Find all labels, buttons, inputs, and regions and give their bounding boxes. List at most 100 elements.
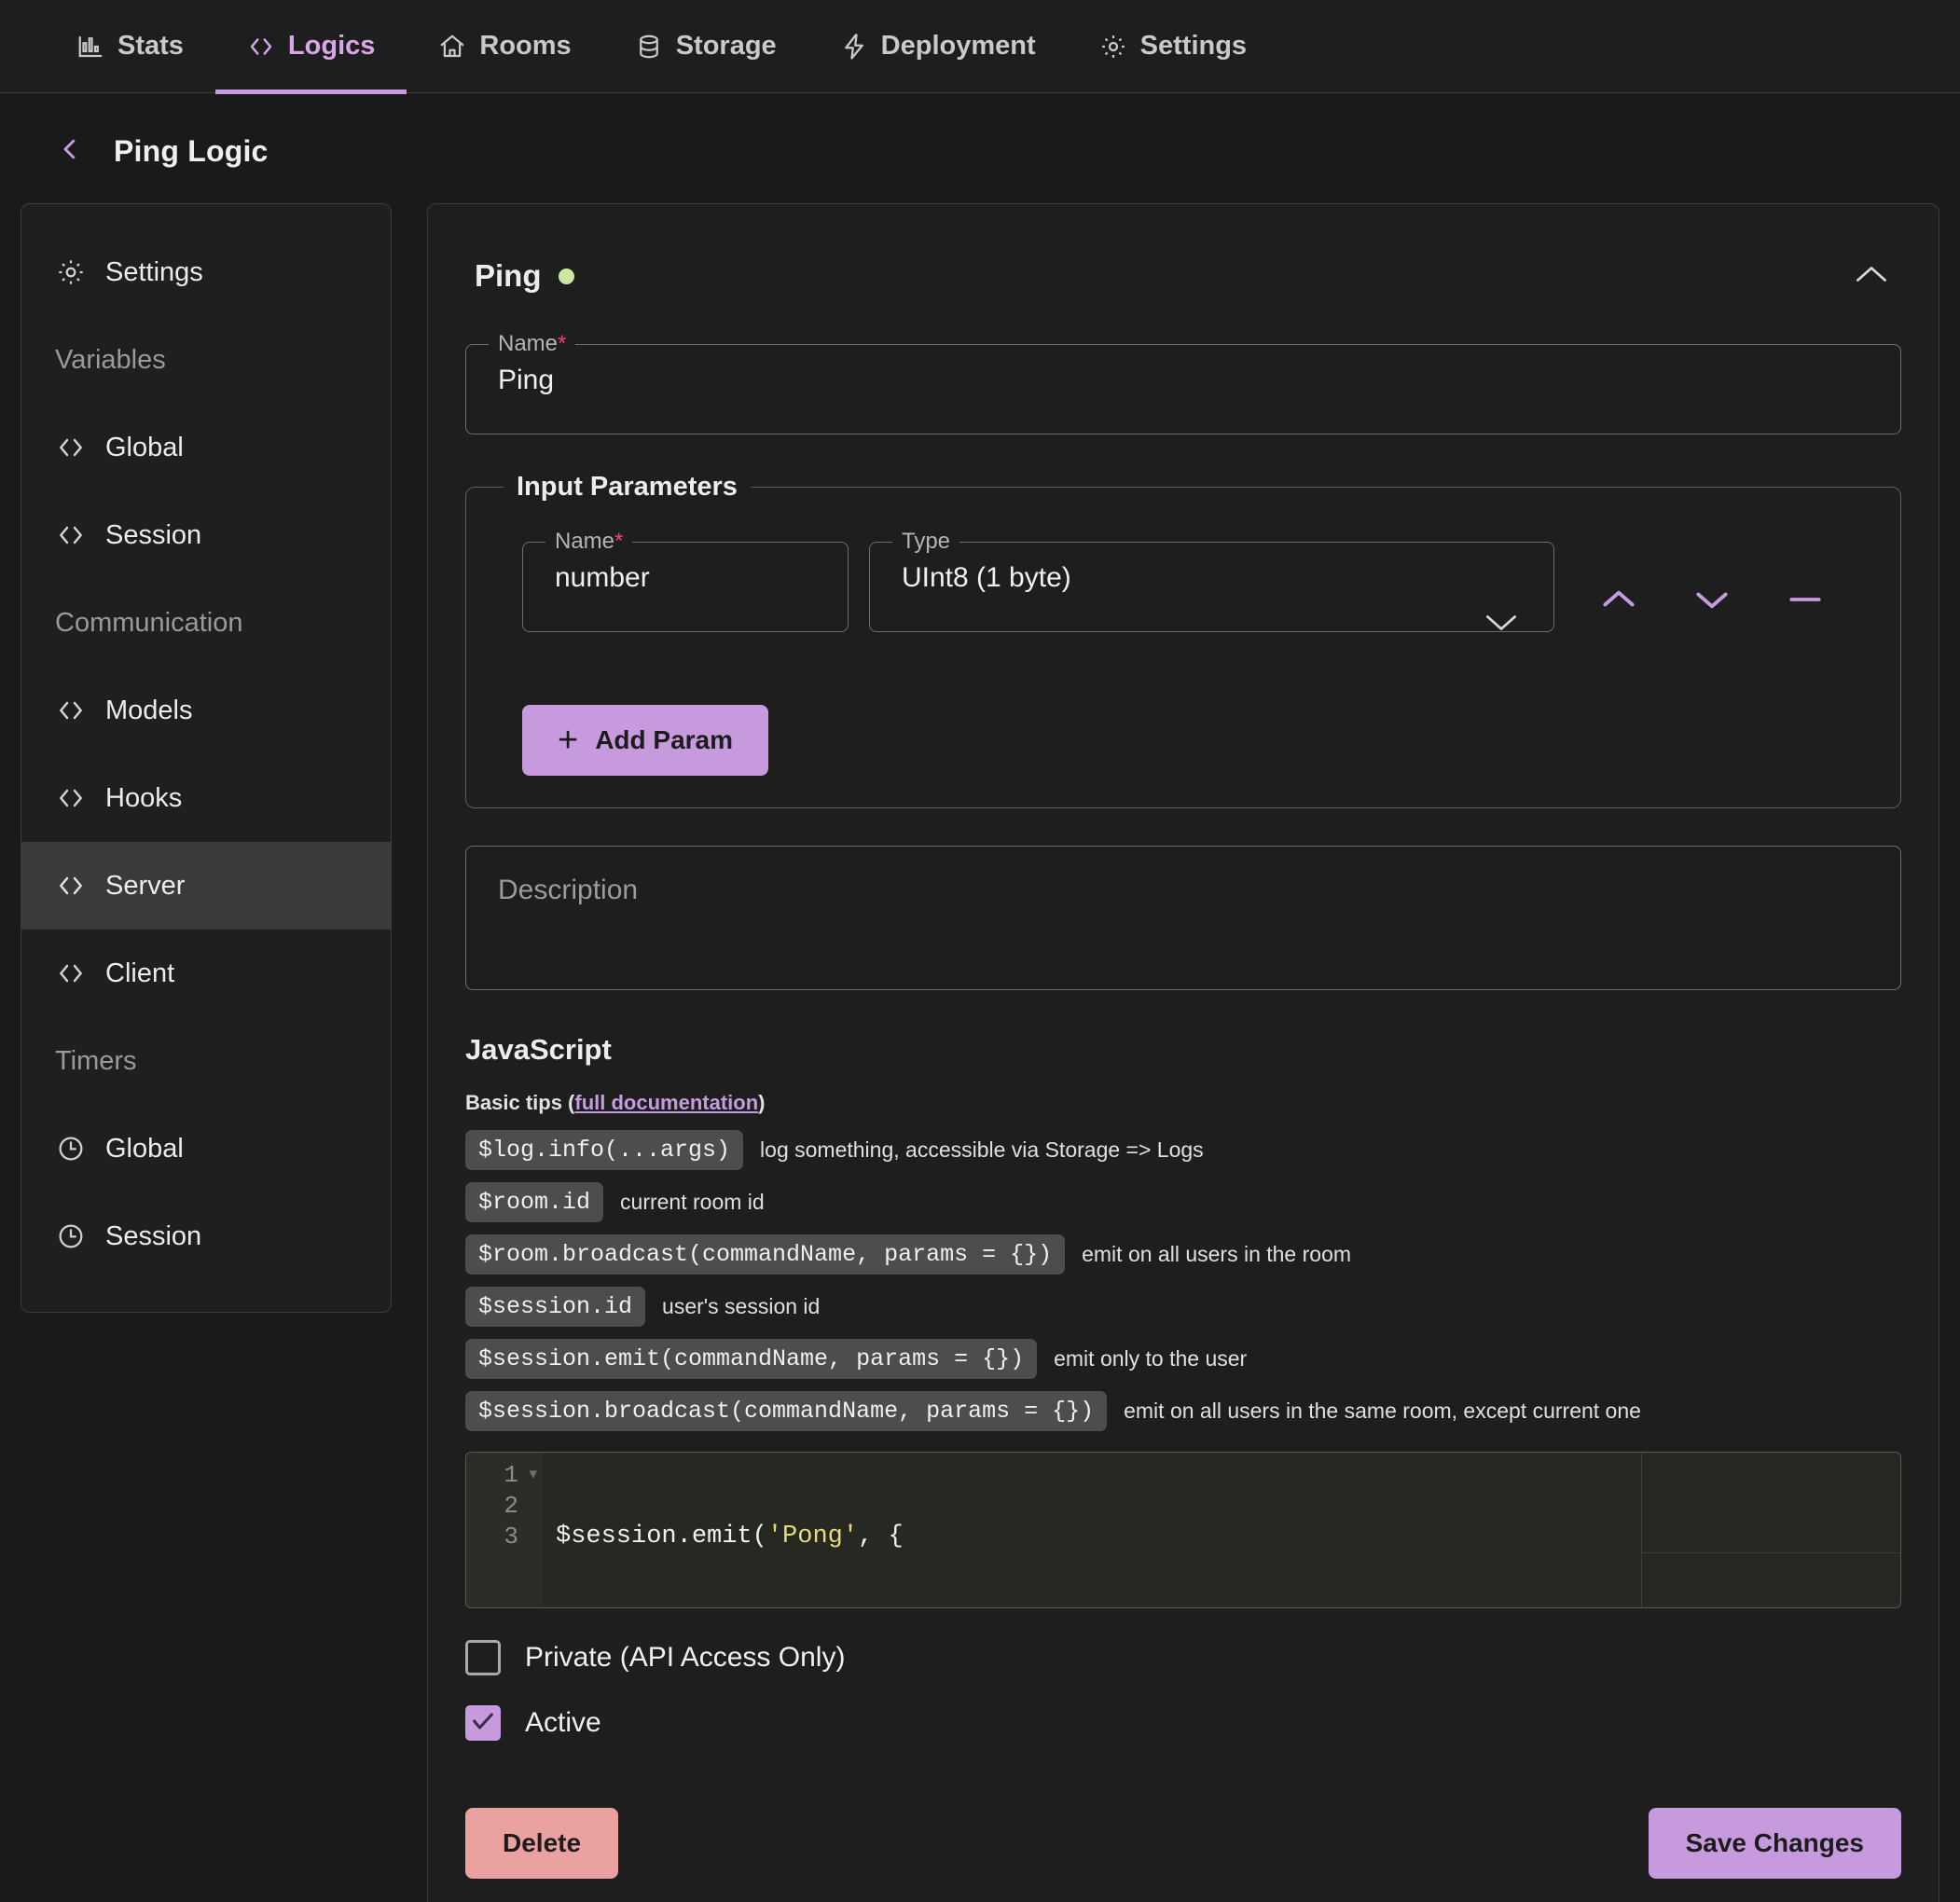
sidebar-item-hooks[interactable]: Hooks (21, 754, 391, 842)
editor-minimap (1641, 1453, 1900, 1607)
tip-description: current room id (620, 1190, 765, 1214)
chevron-up-icon (1598, 584, 1639, 620)
line-number: 2 (504, 1492, 518, 1520)
active-checkbox-row[interactable]: Active (465, 1705, 1901, 1741)
back-button[interactable] (54, 132, 86, 170)
code-brackets-icon (247, 33, 275, 61)
tab-stats-label: Stats (117, 31, 184, 61)
sidebar-item-server[interactable]: Server (21, 842, 391, 930)
param-type-value: UInt8 (1 byte) (902, 562, 1071, 593)
required-asterisk: * (558, 331, 567, 356)
sidebar-item-label: Session (105, 1220, 202, 1251)
active-checkbox-label: Active (525, 1707, 601, 1738)
sidebar-item-label: Server (105, 870, 186, 901)
full-documentation-link[interactable]: full documentation (574, 1091, 758, 1114)
move-param-up-button[interactable] (1595, 581, 1642, 622)
top-navigation-bar: Stats Logics Rooms Storage Deployment Se… (0, 0, 1960, 94)
parameter-row: Name* number Type UInt8 (1 byte) (466, 503, 1900, 669)
line-number: 3 (504, 1523, 518, 1551)
chevron-up-icon (1852, 262, 1891, 291)
tab-settings[interactable]: Settings (1068, 0, 1278, 93)
check-icon (470, 1708, 496, 1739)
editor-line-numbers: 1 2 3 (466, 1453, 543, 1607)
tips-prefix: Basic tips ( (465, 1091, 575, 1114)
logic-name-input[interactable]: Ping (466, 357, 1900, 434)
tip-row: $session.id user's session id (465, 1287, 1901, 1327)
required-asterisk: * (614, 529, 624, 554)
tip-row: $room.id current room id (465, 1182, 1901, 1222)
tab-storage[interactable]: Storage (603, 0, 808, 93)
private-checkbox-row[interactable]: Private (API Access Only) (465, 1640, 1901, 1675)
sidebar-group-communication: Communication (21, 579, 391, 667)
param-type-select[interactable]: Type UInt8 (1 byte) (869, 529, 1554, 632)
form-footer: Delete Save Changes (465, 1771, 1901, 1879)
tip-code: $log.info(...args) (465, 1130, 744, 1170)
param-name-input[interactable]: number (523, 555, 848, 631)
delete-button[interactable]: Delete (465, 1808, 619, 1879)
tab-stats[interactable]: Stats (45, 0, 215, 93)
tab-logics[interactable]: Logics (214, 0, 407, 94)
private-checkbox-label: Private (API Access Only) (525, 1642, 846, 1673)
tab-rooms[interactable]: Rooms (407, 0, 602, 93)
sidebar-item-timers-global[interactable]: Global (21, 1105, 391, 1192)
tips-suffix: ) (758, 1091, 766, 1114)
private-checkbox[interactable] (465, 1640, 501, 1675)
code-string: 'Pong' (766, 1523, 859, 1551)
tip-row: $session.emit(commandName, params = {}) … (465, 1339, 1901, 1379)
code-brackets-icon (55, 432, 87, 463)
section-header: Ping (465, 236, 1901, 331)
description-textarea[interactable]: Description (465, 846, 1901, 990)
gear-icon (1099, 33, 1127, 61)
chevron-down-icon[interactable] (1483, 611, 1520, 635)
sidebar-item-models[interactable]: Models (21, 667, 391, 754)
lightning-bolt-icon (840, 33, 868, 61)
param-type-legend: Type (902, 529, 951, 554)
param-name-field[interactable]: Name* number (522, 529, 849, 632)
chevron-down-icon (1691, 584, 1732, 620)
tip-code: $room.id (465, 1182, 604, 1222)
bar-chart-icon (76, 33, 104, 61)
move-param-down-button[interactable] (1689, 581, 1735, 622)
database-icon (635, 33, 663, 61)
code-editor[interactable]: 1 2 3 $session.emit('Pong', { number: $p… (465, 1452, 1901, 1608)
collapse-section-button[interactable] (1851, 262, 1892, 290)
code-brackets-icon (55, 782, 87, 814)
sidebar-item-timers-session[interactable]: Session (21, 1192, 391, 1280)
sidebar-item-label: Global (105, 432, 184, 462)
param-name-legend: Name* (555, 529, 624, 554)
remove-param-button[interactable] (1782, 581, 1829, 622)
active-checkbox[interactable] (465, 1705, 501, 1741)
sidebar-item-label: Settings (105, 256, 203, 287)
logic-name-field[interactable]: Name* Ping (465, 331, 1901, 434)
tip-code: $session.emit(commandName, params = {}) (465, 1339, 1038, 1379)
sidebar-item-client[interactable]: Client (21, 930, 391, 1017)
plus-icon: + (558, 721, 579, 760)
code-brackets-icon (55, 695, 87, 726)
tip-description: user's session id (662, 1294, 821, 1318)
section-title-group: Ping (475, 258, 574, 294)
tip-description: log something, accessible via Storage =>… (760, 1137, 1204, 1162)
sidebar-item-variables-global[interactable]: Global (21, 404, 391, 491)
logic-name-legend: Name* (498, 331, 567, 356)
input-parameters-group: Input Parameters Name* number Type UInt8… (465, 472, 1901, 808)
tab-logics-label: Logics (287, 31, 376, 61)
save-changes-button[interactable]: Save Changes (1648, 1808, 1901, 1879)
tip-row: $session.broadcast(commandName, params =… (465, 1391, 1901, 1431)
sidebar-item-variables-session[interactable]: Session (21, 491, 391, 579)
tab-settings-label: Settings (1139, 31, 1248, 61)
editor-code-area[interactable]: $session.emit('Pong', { number: $params.… (543, 1453, 1900, 1607)
add-param-button[interactable]: + Add Param (522, 705, 769, 776)
chevron-left-icon (56, 132, 84, 171)
sidebar-item-settings[interactable]: Settings (21, 228, 391, 316)
parameter-actions (1575, 529, 1829, 622)
page-body: Settings Variables Global Session Commun… (0, 203, 1960, 1902)
section-title: Ping (475, 258, 542, 293)
sidebar-item-label: Client (105, 958, 175, 988)
home-icon (438, 33, 466, 61)
code-brackets-icon (55, 870, 87, 902)
sidebar-item-label: Models (105, 695, 193, 725)
tip-code: $session.id (465, 1287, 646, 1327)
code-text: $session.emit( (556, 1523, 767, 1551)
input-parameters-legend: Input Parameters (517, 472, 738, 502)
tab-deployment[interactable]: Deployment (808, 0, 1068, 93)
